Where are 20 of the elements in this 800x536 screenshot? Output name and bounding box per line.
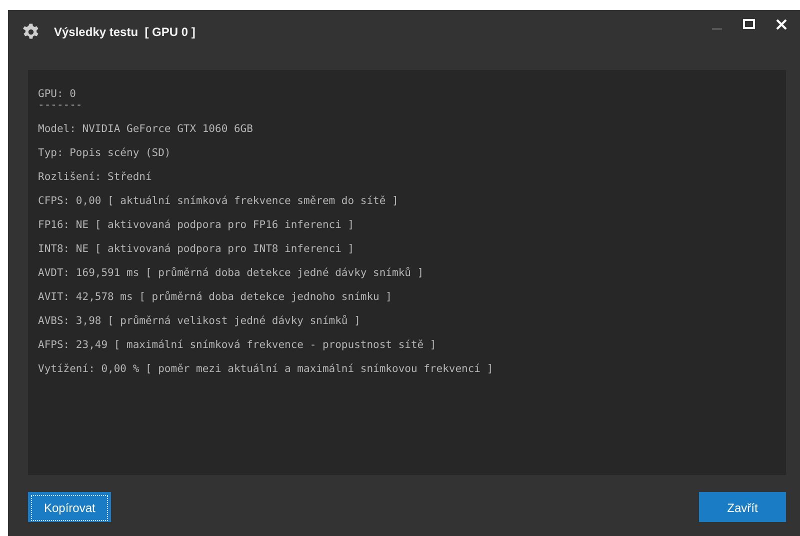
window-title: Výsledky testu [ GPU 0 ]: [54, 25, 196, 39]
report-line: Model: NVIDIA GeForce GTX 1060 6GB: [38, 122, 253, 137]
report-line: FP16: NE [ aktivovaná podpora pro FP16 inferenci ]: [38, 218, 354, 233]
copy-button[interactable]: Kopírovat: [28, 492, 112, 522]
report-heading: GPU: 0: [38, 88, 76, 100]
minimize-icon: [712, 28, 722, 30]
report-line: AFPS: 23,49 [ maximální snímková frekvence - propustnost sítě ]: [38, 338, 436, 353]
report-line: INT8: NE [ aktivovaná podpora pro INT8 inferenci ]: [38, 242, 354, 257]
report-line: Rozlišení: Střední: [38, 170, 152, 185]
report-line: CFPS: 0,00 [ aktuální snímková frekvence směrem do sítě ]: [38, 194, 398, 209]
maximize-icon: [743, 19, 755, 29]
report-line: Vytížení: 0,00 % [ poměr mezi aktuální a maximální snímkovou frekvencí ]: [38, 362, 494, 377]
report-line: AVIT: 42,578 ms [ průměrná doba detekce jednoho snímku ]: [38, 290, 392, 305]
report-line: AVBS: 3,98 [ průměrná velikost jedné dávky snímků ]: [38, 314, 360, 329]
report-line: Typ: Popis scény (SD): [38, 146, 171, 161]
separator-line: -------: [38, 100, 82, 110]
settings-icon: [22, 23, 40, 41]
close-icon: [776, 18, 786, 30]
close-dialog-button[interactable]: Zavřít: [699, 492, 786, 522]
report-line: AVDT: 169,591 ms [ průměrná doba detekce jedné dávky snímků ]: [38, 266, 424, 281]
